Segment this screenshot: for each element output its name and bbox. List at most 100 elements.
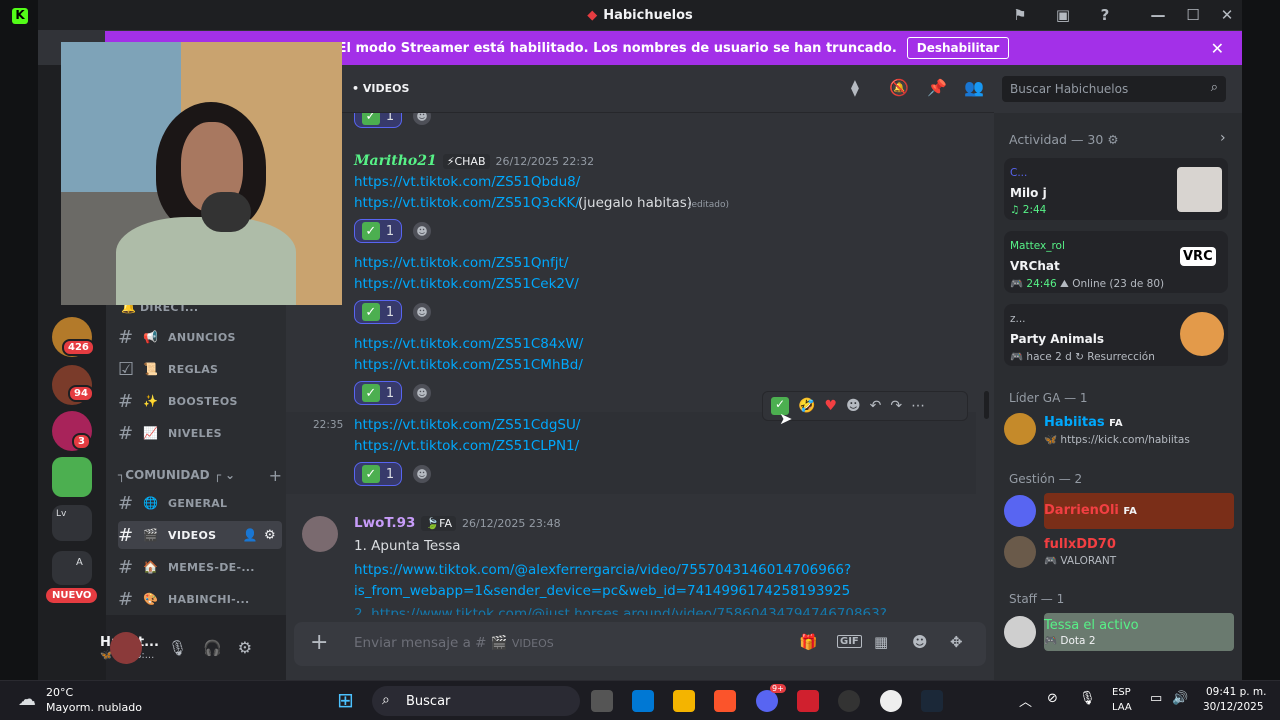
app-icon[interactable]	[838, 690, 860, 712]
add-reaction-icon[interactable]: ☻	[413, 303, 431, 321]
activity-card[interactable]: z... Party Animals 🎮 hace 2 d ↻ Resurrec…	[1004, 304, 1228, 366]
screen-share-icon[interactable]: ▣	[1051, 3, 1075, 27]
gear-icon[interactable]: ⚙	[264, 528, 276, 543]
microphone-icon[interactable]: 🎙	[168, 639, 187, 657]
volume-icon[interactable]: 🔊	[1172, 691, 1188, 706]
minimize-icon[interactable]: —	[1146, 3, 1170, 27]
message-link[interactable]: https://vt.tiktok.com/ZS51Qbdu8/	[354, 174, 580, 190]
activity-card[interactable]: Mattex_rol VRChat 🎮 24:46 ⛰ Online (23 d…	[1004, 231, 1228, 293]
clock-date[interactable]: 30/12/2025	[1203, 701, 1264, 713]
channel-videos[interactable]: # 🎬 VIDEOS 👤 ⚙	[118, 521, 282, 549]
channel-general[interactable]: # 🌐 GENERAL	[118, 489, 282, 517]
channel-reglas[interactable]: ☑ 📜 REGLAS	[118, 355, 282, 383]
avatar[interactable]	[302, 516, 338, 552]
member-name[interactable]: fullxDD70	[1044, 537, 1116, 552]
add-reaction-icon[interactable]: ☻	[846, 398, 861, 414]
headphones-icon[interactable]: 🎧	[203, 639, 222, 657]
forward-icon[interactable]: ↷	[890, 398, 902, 414]
category-comunidad[interactable]: ┐COMUNIDAD ┌ ⌄ +	[118, 461, 282, 489]
gif-icon[interactable]: GIF	[837, 635, 862, 648]
language-code[interactable]: ESP	[1112, 687, 1131, 698]
message-link[interactable]: https://vt.tiktok.com/ZS51Q3cKK/	[354, 195, 580, 211]
channel-niveles[interactable]: # 📈 NIVELES	[118, 419, 282, 447]
brave-browser-icon[interactable]	[714, 690, 736, 712]
reaction-check[interactable]: ✓ 1	[354, 462, 402, 486]
avatar[interactable]	[1004, 413, 1036, 445]
reaction-check[interactable]: ✓ 1	[354, 300, 402, 324]
inbox-flag-icon[interactable]: ⚑	[1008, 3, 1032, 27]
mute-bell-icon[interactable]: 🔕	[889, 78, 909, 97]
avatar[interactable]	[1004, 495, 1036, 527]
taskbar-search[interactable]: ⌕ Buscar	[372, 686, 580, 716]
chevron-right-icon[interactable]: ›	[1220, 130, 1226, 146]
avatar[interactable]	[1004, 536, 1036, 568]
close-icon[interactable]: ✕	[1215, 3, 1239, 27]
add-attachment-icon[interactable]: +	[310, 630, 328, 655]
more-options-icon[interactable]: ⋯	[911, 398, 925, 414]
message-link[interactable]: https://vt.tiktok.com/ZS51CMhBd/	[354, 357, 583, 373]
server-folder[interactable]: Lv	[52, 505, 92, 541]
minecraft-server-icon[interactable]	[52, 457, 92, 497]
message-link[interactable]: https://www.tiktok.com/@alexferrergarcia…	[354, 562, 851, 578]
add-channel-icon[interactable]: +	[269, 466, 282, 485]
message-link[interactable]: https://vt.tiktok.com/ZS51Cek2V/	[354, 276, 579, 292]
avatar[interactable]	[110, 631, 142, 664]
copilot-icon[interactable]	[632, 690, 654, 712]
search-input[interactable]: Buscar Habichuelos ⌕	[1002, 76, 1226, 102]
activity-card[interactable]: C... Milo j ♫ 2:44	[1004, 158, 1228, 220]
channel-anuncios[interactable]: # 📢 ANUNCIOS	[118, 323, 282, 351]
keyboard-layout[interactable]: LAA	[1112, 702, 1132, 713]
scrollbar-thumb[interactable]	[984, 391, 989, 419]
message-link[interactable]: https://vt.tiktok.com/ZS51Qnfjt/	[354, 255, 568, 271]
channel-boosteos[interactable]: # ✨ BOOSTEOS	[118, 387, 282, 415]
message-link[interactable]: https://vt.tiktok.com/ZS51CLPN1/	[354, 438, 579, 454]
message-link[interactable]: is_from_webapp=1&sender_device=pc&web_id…	[354, 583, 850, 599]
message-author[interactable]: Maritho21	[354, 153, 437, 169]
reaction-check[interactable]: ✓ 1	[354, 113, 402, 128]
steam-icon[interactable]	[921, 690, 943, 712]
member-name[interactable]: DarrienOli FA	[1044, 503, 1137, 518]
reaction-check[interactable]: ✓ 1	[354, 219, 402, 243]
obs-icon[interactable]	[880, 690, 902, 712]
heart-reaction-icon[interactable]: ♥	[824, 398, 837, 414]
emoji-icon[interactable]: ☻	[912, 633, 928, 651]
channel-memes[interactable]: # 🏠 MEMES-DE-...	[118, 553, 282, 581]
add-reaction-icon[interactable]: ☻	[413, 384, 431, 402]
threads-icon[interactable]: ⧫	[851, 78, 859, 97]
clock-time[interactable]: 09:41 p. m.	[1206, 686, 1267, 698]
add-reaction-icon[interactable]: ☻	[413, 113, 431, 125]
add-reaction-icon[interactable]: ☻	[413, 222, 431, 240]
laugh-reaction-icon[interactable]: 🤣	[798, 398, 815, 414]
tray-chevron-icon[interactable]: ︿	[1019, 691, 1032, 710]
pin-icon[interactable]: 📌	[927, 78, 947, 97]
file-explorer-icon[interactable]	[673, 690, 695, 712]
task-view-icon[interactable]	[591, 690, 613, 712]
avatar[interactable]	[1004, 616, 1036, 648]
reply-icon[interactable]: ↶	[870, 398, 882, 414]
close-banner-icon[interactable]: ✕	[1211, 39, 1224, 58]
help-icon[interactable]: ?	[1093, 3, 1117, 27]
message-link[interactable]: https://vt.tiktok.com/ZS51CdgSU/	[354, 417, 580, 433]
settings-icon[interactable]: ⚙	[238, 638, 252, 657]
invite-icon[interactable]: 👤	[243, 528, 258, 542]
member-list-icon[interactable]: 👥	[964, 78, 984, 97]
reaction-check[interactable]: ✓ 1	[354, 381, 402, 405]
channel-habinchi[interactable]: # 🎨 HABINCHI-...	[118, 585, 282, 613]
message-link[interactable]: 2. https://www.tiktok.com/@just.horses.a…	[354, 606, 887, 615]
app-icon[interactable]	[797, 690, 819, 712]
member-name[interactable]: Habiitas FA	[1044, 415, 1123, 430]
message-link[interactable]: https://vt.tiktok.com/ZS51C84xW/	[354, 336, 583, 352]
weather-icon[interactable]: ☁	[18, 689, 36, 710]
message-author[interactable]: LwoT.93	[354, 515, 415, 531]
network-off-icon[interactable]: ⊘	[1047, 691, 1058, 706]
add-reaction-icon[interactable]: ☻	[413, 465, 431, 483]
member-name[interactable]: Tessa el activo	[1044, 618, 1139, 633]
gift-icon[interactable]: 🎁	[799, 633, 818, 651]
sticker-icon[interactable]: ▦	[874, 633, 888, 651]
windows-start-icon[interactable]: ⊞	[337, 688, 354, 712]
server-folder[interactable]: A	[52, 551, 92, 585]
apps-icon[interactable]: ✥	[950, 633, 963, 651]
discord-icon[interactable]	[756, 690, 778, 712]
message-composer[interactable]: + Enviar mensaje a # 🎬 VIDEOS 🎁 GIF ▦ ☻ …	[294, 622, 986, 666]
display-icon[interactable]: ▭	[1150, 691, 1162, 706]
